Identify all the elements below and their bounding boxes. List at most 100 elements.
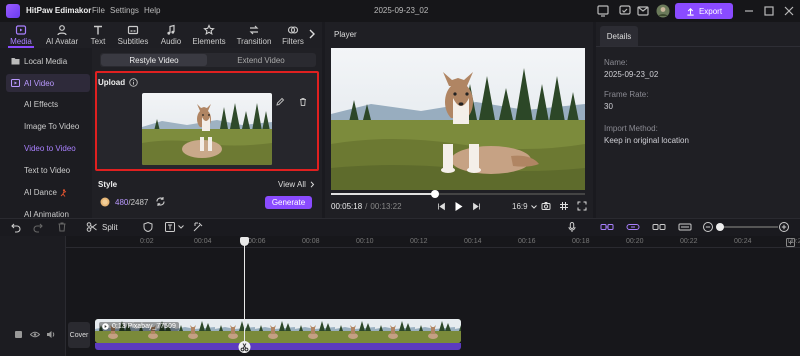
chevron-right-icon[interactable] [308, 29, 316, 39]
sidebar-item-ai-animation[interactable]: AI Animation [24, 210, 69, 218]
snap-icon[interactable] [600, 221, 614, 233]
zoom-slider[interactable] [718, 226, 778, 228]
clip-label: 0:13 Pixabay_77509 [99, 322, 179, 331]
subtab-extend-video[interactable]: Extend Video [208, 56, 314, 65]
minimize-icon[interactable] [742, 4, 756, 18]
folder-icon [11, 58, 20, 65]
avatar[interactable] [656, 4, 670, 18]
tab-label: Text [90, 37, 106, 46]
delete-icon[interactable] [56, 221, 68, 233]
refresh-icon[interactable] [155, 196, 166, 207]
generate-button[interactable]: Generate [265, 196, 312, 209]
microphone-icon[interactable] [566, 221, 578, 233]
playhead-handle[interactable] [240, 237, 249, 246]
undo-icon[interactable] [10, 221, 22, 233]
subtab-restyle-video[interactable]: Restyle Video [101, 56, 207, 65]
media-icon [15, 25, 27, 35]
elements-icon [203, 24, 215, 35]
aspect-ratio-dropdown[interactable]: 16:9 [512, 202, 537, 211]
uploaded-video-thumbnail [142, 93, 272, 165]
tab-transition[interactable]: Transition [236, 22, 272, 48]
sidebar-item-local-media[interactable]: Local Media [6, 52, 90, 70]
message-icon[interactable] [636, 4, 650, 18]
menu-settings[interactable]: Settings [110, 6, 139, 15]
player-title: Player [334, 30, 357, 39]
sidebar-item-ai-video[interactable]: AI Video [6, 74, 90, 92]
tab-elements[interactable]: Elements [192, 22, 226, 48]
style-heading: Style [98, 180, 118, 189]
next-frame-icon[interactable] [472, 202, 481, 211]
tab-text[interactable]: Text [88, 22, 108, 48]
filters-icon [287, 26, 299, 34]
play-icon[interactable] [454, 201, 464, 212]
import-method-label: Import Method: [604, 124, 658, 133]
track-lock-icon[interactable] [14, 330, 23, 339]
clip-audio-bar[interactable] [95, 343, 461, 350]
menu-file[interactable]: File [92, 6, 105, 15]
view-all-link[interactable]: View All [278, 180, 315, 189]
track-audio-icon[interactable] [46, 330, 56, 339]
grid-icon[interactable] [559, 201, 569, 211]
prev-frame-icon[interactable] [437, 202, 446, 211]
redo-icon[interactable] [32, 221, 44, 233]
split-button[interactable]: Split [86, 221, 118, 233]
playhead-scissors-icon[interactable] [238, 340, 251, 354]
fullscreen-icon[interactable] [577, 201, 587, 211]
track-visibility-icon[interactable] [30, 330, 40, 339]
tab-ai-avatar[interactable]: AI Avatar [44, 22, 80, 48]
shield-icon[interactable] [142, 221, 154, 233]
cover-button[interactable]: Cover [68, 322, 90, 348]
text-icon [94, 25, 102, 35]
sidebar-label: AI Dance [24, 188, 57, 197]
split-label: Split [102, 222, 118, 232]
tab-media[interactable]: Media [8, 22, 34, 48]
export-button[interactable]: Export [675, 3, 733, 19]
fit-icon[interactable] [678, 221, 692, 233]
magic-cut-icon[interactable] [192, 221, 204, 233]
chevron-down-icon [530, 204, 537, 209]
sidebar-item-ai-dance[interactable]: AI Dance [24, 188, 67, 197]
video-preview[interactable] [331, 48, 585, 190]
close-icon[interactable] [782, 4, 796, 18]
text-tool-dropdown[interactable] [164, 221, 184, 233]
scrub-progress [331, 193, 436, 195]
ruler-tick-label: 00:10 [356, 238, 374, 245]
zoom-in-icon[interactable] [778, 221, 790, 233]
playhead[interactable] [244, 240, 245, 350]
info-icon[interactable] [129, 78, 138, 87]
tab-audio[interactable]: Audio [158, 22, 184, 48]
detach-icon[interactable] [652, 221, 666, 233]
maximize-icon[interactable] [762, 4, 776, 18]
edit-icon[interactable] [275, 97, 285, 107]
ruler-tick-label: 00:14 [464, 238, 482, 245]
husky-scene-thumbnail [142, 93, 272, 165]
credits-counter: 480 /2487 [115, 198, 148, 207]
tab-filters[interactable]: Filters [281, 22, 305, 48]
ruler-tick-label: 00:26 [788, 238, 800, 245]
sidebar-item-text-to-video[interactable]: Text to Video [24, 166, 70, 175]
monitor-icon[interactable] [596, 4, 610, 18]
link-icon[interactable] [626, 221, 640, 233]
import-method-value: Keep in original location [604, 136, 689, 145]
tab-subtitles[interactable]: Subtitles [116, 22, 150, 48]
zoom-out-icon[interactable] [702, 221, 714, 233]
ruler-tick-label: 00:20 [626, 238, 644, 245]
sidebar-item-image-to-video[interactable]: Image To Video [24, 122, 79, 131]
play-circle-icon [102, 323, 109, 330]
trash-icon[interactable] [298, 97, 308, 107]
sidebar-item-ai-effects[interactable]: AI Effects [24, 100, 58, 109]
upload-label: Upload [98, 78, 126, 87]
tab-details[interactable]: Details [600, 26, 638, 46]
snapshot-icon[interactable] [541, 201, 551, 211]
frame-rate-value: 30 [604, 102, 613, 111]
sidebar-item-video-to-video[interactable]: Video to Video [24, 144, 76, 153]
current-time: 00:05:18 [331, 202, 363, 211]
details-divider [596, 46, 800, 47]
view-all-label: View All [278, 180, 306, 189]
subtitles-icon [127, 25, 139, 35]
feedback-icon[interactable] [618, 4, 632, 18]
transition-icon [249, 25, 259, 35]
zoom-slider-handle[interactable] [716, 223, 724, 231]
credits-used: 480 [115, 198, 129, 207]
menu-help[interactable]: Help [144, 6, 160, 15]
